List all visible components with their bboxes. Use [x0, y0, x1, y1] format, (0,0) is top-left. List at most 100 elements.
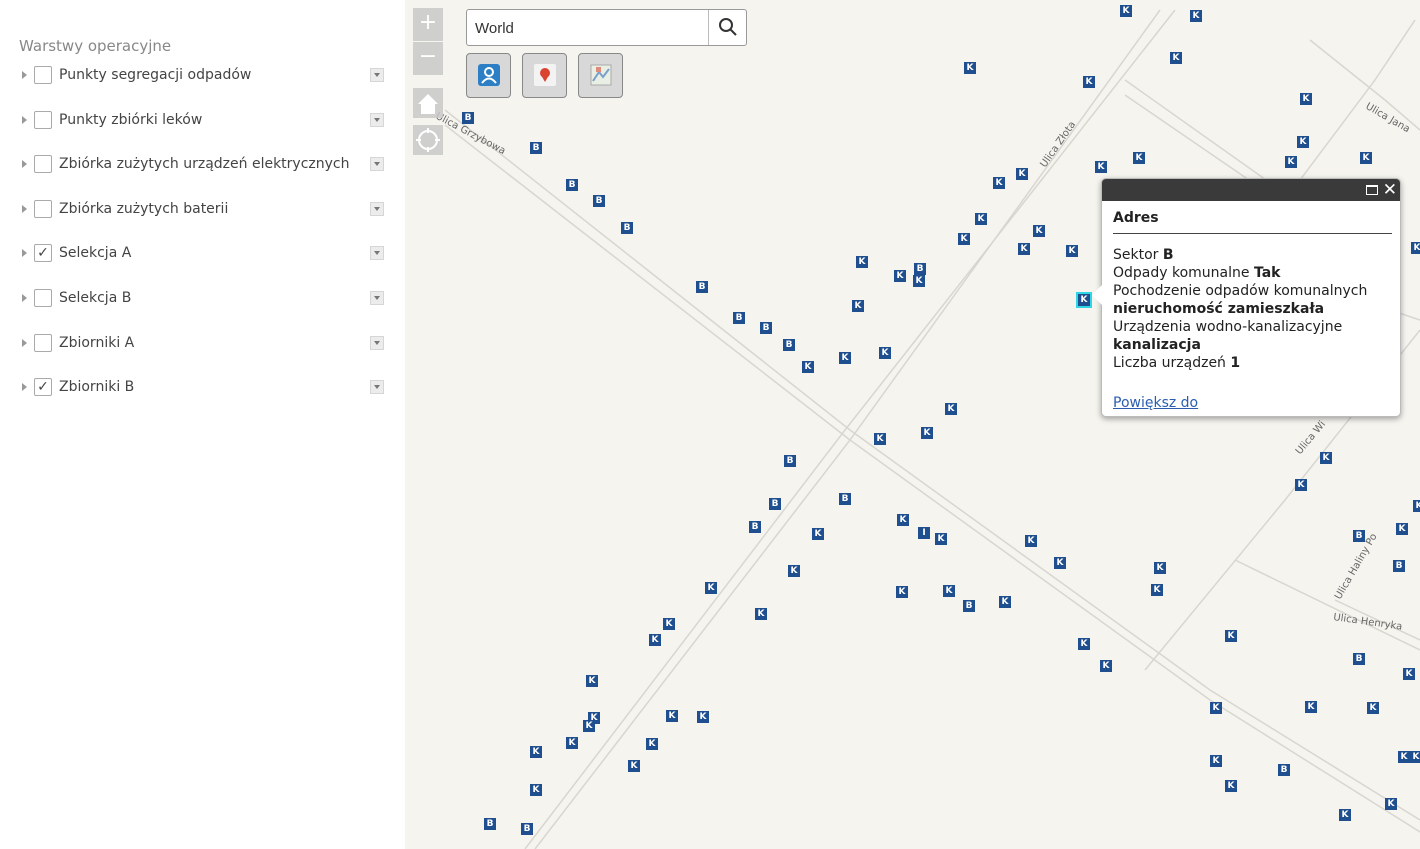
map-marker[interactable]: K — [1095, 161, 1107, 173]
map-marker[interactable]: B — [914, 263, 926, 275]
map-marker[interactable]: K — [530, 784, 542, 796]
map-marker[interactable]: K — [993, 177, 1005, 189]
map-marker[interactable]: K — [1225, 780, 1237, 792]
map-marker[interactable]: B — [621, 222, 633, 234]
layer-checkbox[interactable] — [34, 66, 52, 84]
map-marker[interactable]: K — [856, 256, 868, 268]
map-marker[interactable]: K — [1120, 5, 1132, 17]
zoom-out-button[interactable]: − — [413, 42, 443, 75]
layer-item[interactable]: ✓ Selekcja A — [0, 242, 400, 266]
map-marker[interactable]: K — [1054, 557, 1066, 569]
map-marker[interactable]: K — [788, 565, 800, 577]
map-marker[interactable]: K — [697, 711, 709, 723]
map-marker[interactable]: K — [1403, 668, 1415, 680]
layer-checkbox[interactable] — [34, 110, 52, 129]
map-marker[interactable]: K — [1066, 245, 1078, 257]
map-marker[interactable]: K — [1300, 93, 1312, 105]
map-marker[interactable]: K — [1025, 535, 1037, 547]
map-marker[interactable]: K — [913, 275, 925, 287]
map-marker[interactable]: K — [1210, 702, 1222, 714]
map-marker[interactable]: K — [1083, 76, 1095, 88]
layer-checkbox[interactable]: ✓ — [34, 244, 52, 263]
map-marker[interactable]: B — [1393, 560, 1405, 572]
map-marker[interactable]: K — [1320, 452, 1332, 464]
location-tool-button[interactable] — [522, 53, 567, 98]
map-marker[interactable]: K — [1398, 751, 1410, 763]
map-marker[interactable]: K — [646, 738, 658, 750]
map-marker[interactable]: K — [628, 760, 640, 772]
locate-button[interactable] — [413, 125, 443, 155]
map-marker[interactable]: K — [1411, 242, 1420, 254]
layer-item[interactable]: ✓ Zbiorniki B — [0, 376, 400, 400]
search-input[interactable] — [475, 18, 695, 38]
layer-menu-button[interactable] — [370, 291, 384, 305]
map-marker[interactable]: K — [1410, 751, 1420, 763]
map-marker[interactable]: K — [1170, 52, 1182, 64]
layer-checkbox[interactable] — [34, 289, 52, 307]
map-marker[interactable]: K — [1151, 584, 1163, 596]
map-marker[interactable]: K — [921, 427, 933, 439]
map-marker[interactable]: K — [1297, 136, 1309, 148]
map-marker[interactable]: K — [1133, 152, 1145, 164]
map-marker[interactable]: B — [484, 818, 496, 830]
map-marker[interactable]: K — [894, 270, 906, 282]
contacts-tool-button[interactable] — [466, 53, 511, 98]
map-marker[interactable]: K — [649, 634, 661, 646]
layer-menu-button[interactable] — [370, 112, 384, 127]
layer-checkbox[interactable] — [34, 155, 52, 174]
map-marker[interactable]: B — [963, 600, 975, 612]
map-marker[interactable]: K — [839, 352, 851, 364]
zoom-to-link[interactable]: Powiększ do — [1113, 395, 1198, 411]
expand-arrow-icon[interactable] — [22, 249, 27, 258]
layer-item[interactable]: Zbiórka zużytych baterii — [0, 198, 400, 222]
map-marker[interactable]: K — [1154, 562, 1166, 574]
layer-checkbox[interactable] — [34, 199, 52, 218]
expand-arrow-icon[interactable] — [22, 204, 27, 213]
map-marker[interactable]: K — [663, 618, 675, 630]
layer-item[interactable]: Punkty zbiórki leków — [0, 109, 400, 133]
map-marker[interactable]: K — [1339, 809, 1351, 821]
layer-item[interactable]: Selekcja B — [0, 287, 400, 311]
map-marker[interactable]: K — [1385, 798, 1397, 810]
expand-arrow-icon[interactable] — [22, 71, 27, 79]
close-icon[interactable]: ✕ — [1383, 179, 1397, 201]
map-marker[interactable]: K — [958, 233, 970, 245]
map-marker[interactable]: K — [945, 403, 957, 415]
map-marker[interactable]: B — [1278, 764, 1290, 776]
map-marker[interactable]: K — [1396, 523, 1408, 535]
map-marker[interactable]: K — [566, 737, 578, 749]
map-marker[interactable]: B — [839, 493, 851, 505]
map-marker[interactable]: K — [879, 347, 891, 359]
layer-item[interactable]: Punkty segregacji odpadów — [0, 64, 400, 88]
map-marker[interactable]: B — [733, 312, 745, 324]
map-marker[interactable]: B — [696, 281, 708, 293]
map-marker[interactable]: B — [760, 322, 772, 334]
home-button[interactable] — [413, 88, 443, 118]
map-marker[interactable]: K — [1360, 152, 1372, 164]
search-button[interactable] — [708, 10, 746, 45]
map-view[interactable]: Ulica Grzybowa Ulica Złota Ulica Jana Ulica… — [405, 0, 1420, 849]
layer-menu-button[interactable] — [370, 68, 384, 82]
map-marker[interactable]: K — [1078, 638, 1090, 650]
map-marker[interactable]: K — [755, 608, 767, 620]
map-marker[interactable]: K — [1285, 156, 1297, 168]
map-marker[interactable]: B — [769, 498, 781, 510]
layer-menu-button[interactable] — [370, 246, 384, 261]
map-marker[interactable]: B — [530, 142, 542, 154]
expand-arrow-icon[interactable] — [22, 115, 27, 124]
map-marker[interactable]: K — [666, 710, 678, 722]
map-marker[interactable]: K — [586, 675, 598, 687]
map-marker[interactable]: K — [802, 361, 814, 373]
map-marker[interactable]: K — [897, 514, 909, 526]
expand-arrow-icon[interactable] — [22, 383, 27, 392]
map-marker[interactable]: K — [1100, 660, 1112, 672]
map-marker[interactable]: K — [530, 746, 542, 758]
map-marker[interactable]: K — [1018, 243, 1030, 255]
map-marker[interactable]: K — [852, 300, 864, 312]
map-marker[interactable]: K — [896, 586, 908, 598]
map-marker[interactable]: K — [1225, 630, 1237, 642]
map-marker[interactable]: B — [1353, 530, 1365, 542]
map-marker[interactable]: K — [1305, 701, 1317, 713]
selected-map-marker[interactable]: K — [1076, 292, 1092, 308]
map-marker[interactable]: B — [783, 339, 795, 351]
